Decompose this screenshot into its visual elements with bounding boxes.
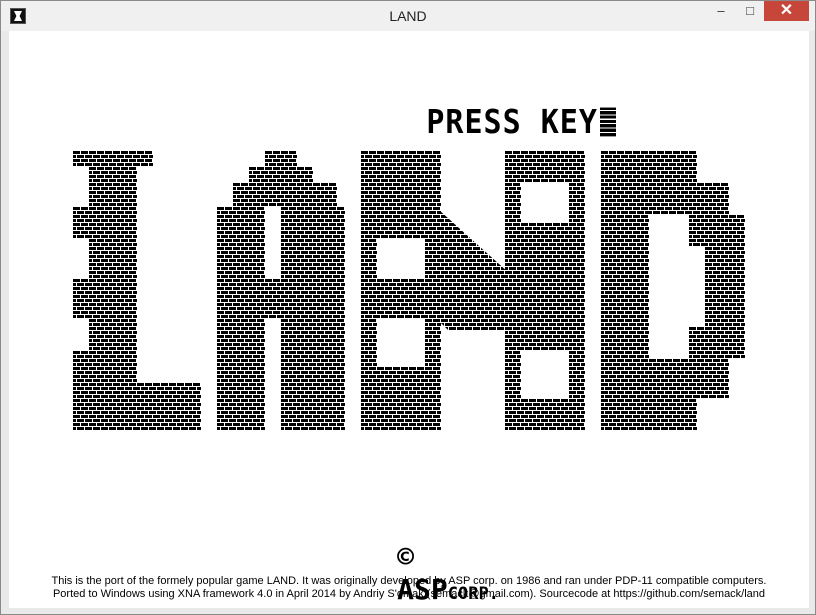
close-button[interactable]: ✕ <box>764 1 809 21</box>
footer-info: This is the port of the formely popular … <box>9 575 809 601</box>
window-title: LAND <box>389 8 427 24</box>
minimize-button[interactable]: – <box>707 1 735 21</box>
title-bar[interactable]: LAND – □ ✕ <box>1 1 815 31</box>
app-window: LAND – □ ✕ PRESS KEY © ASPCORP. This is … <box>0 0 816 615</box>
copyright-icon: © <box>397 540 415 573</box>
game-canvas[interactable]: PRESS KEY © ASPCORP. This is the port of… <box>9 31 809 608</box>
logo-letter-l <box>73 151 201 431</box>
footer-line-1: This is the port of the formely popular … <box>51 575 767 587</box>
maximize-button[interactable]: □ <box>736 1 764 21</box>
footer-line-2: Ported to Windows using XNA framework 4.… <box>52 588 766 600</box>
